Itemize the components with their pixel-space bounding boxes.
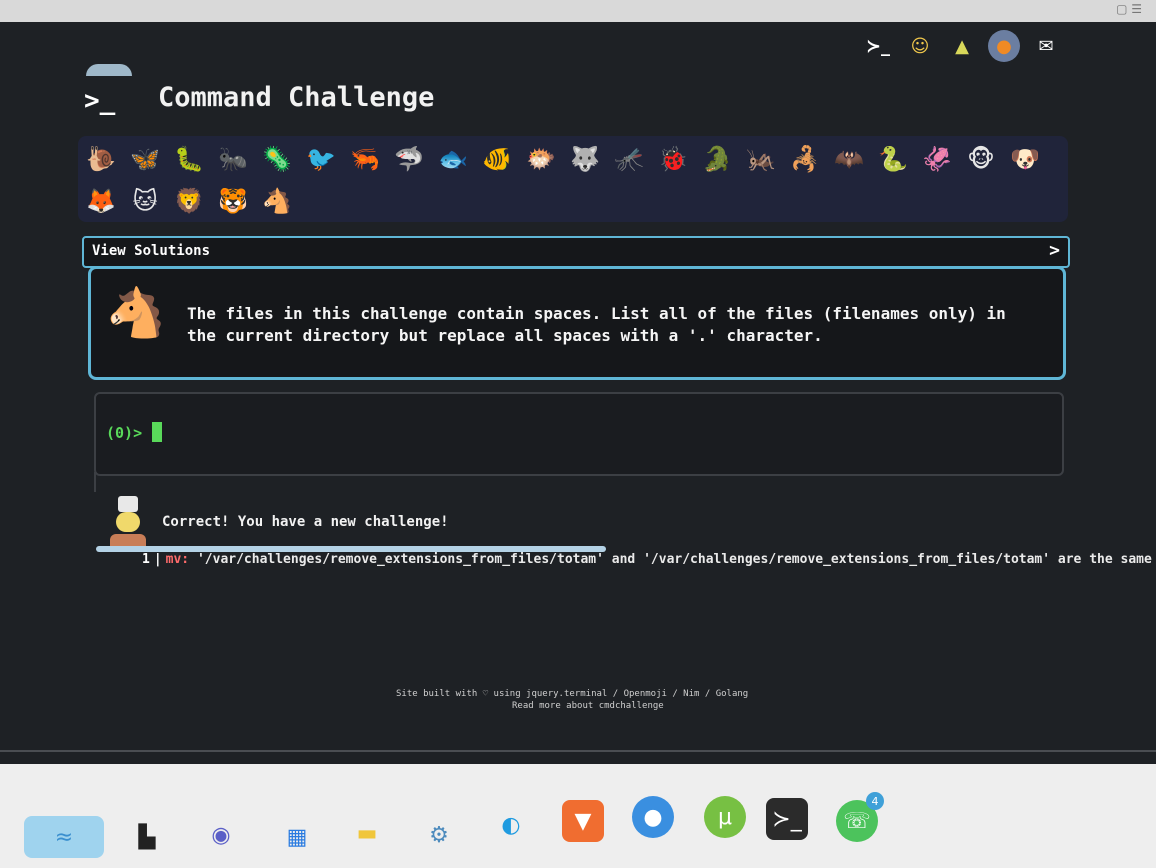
command-name: mv: <box>165 552 190 567</box>
challenge-emoji-icon-21[interactable]: 🐶 <box>1010 142 1040 176</box>
emoji-icon[interactable]: ☺ <box>904 30 936 62</box>
folder-icon[interactable]: ▬ <box>346 812 388 854</box>
emoji-row-2: 🦊 🐱 🦁 🐯 🐴 <box>86 184 292 218</box>
challenge-emoji-icon-1[interactable]: 🦋 <box>130 142 160 176</box>
challenge-emoji-icon-13[interactable]: 🐞 <box>658 142 688 176</box>
challenge-emoji-icon-14[interactable]: 🐊 <box>702 142 732 176</box>
brave-icon[interactable]: ▼ <box>562 800 604 842</box>
teams-icon[interactable]: ◉ <box>200 814 242 856</box>
file-explorer-alt-icon[interactable]: ▙ <box>126 816 168 858</box>
result-message: Correct! You have a new challenge! <box>162 514 449 530</box>
terminal-input[interactable]: (0)> <box>94 392 1064 476</box>
footer: Site built with ♡ using jquery.terminal … <box>396 688 796 712</box>
store-icon[interactable]: ▦ <box>276 816 318 858</box>
challenge-emoji-bar: 🐌 🦋 🐛 🐜 🦠 🐦 🦐 🦈 🐟 🐠 🐡 🐺 🦟 🐞 🐊 🦗 🦂 🦇 🐍 🦑 🐵 🐶 🦊 🐱 🦁 🐯 🐴 <box>78 136 1068 222</box>
horse-avatar-icon: 🐴 <box>106 284 166 341</box>
mail-icon[interactable]: ✉ <box>1030 30 1062 62</box>
logo-prompt: >_ <box>84 86 116 116</box>
header-icon-bar: ≻_ ☺ ▲ ● ✉ <box>862 30 1062 62</box>
terminal-icon[interactable]: ≻_ <box>766 798 808 840</box>
notification-badge: 4 <box>866 792 884 810</box>
challenge-emoji-icon-row2-1[interactable]: 🐱 <box>130 184 160 218</box>
page-title: Command Challenge <box>158 82 435 113</box>
challenge-emoji-icon-6[interactable]: 🦐 <box>350 142 380 176</box>
terminal-frame <box>94 472 1062 492</box>
challenge-card: 🐴 The files in this challenge contain sp… <box>88 266 1066 380</box>
dome-icon <box>86 64 132 76</box>
challenge-emoji-icon-11[interactable]: 🐺 <box>570 142 600 176</box>
challenge-emoji-icon-2[interactable]: 🐛 <box>174 142 204 176</box>
line-number: 1 <box>142 552 150 567</box>
challenge-emoji-icon-10[interactable]: 🐡 <box>526 142 556 176</box>
challenge-emoji-icon-20[interactable]: 🐵 <box>966 142 996 176</box>
footer-read-more-link[interactable]: Read more about cmdchallenge <box>396 700 796 712</box>
utorrent-icon[interactable]: μ <box>704 796 746 838</box>
challenge-emoji-icon-row2-2[interactable]: 🦁 <box>174 184 204 218</box>
challenge-emoji-icon-16[interactable]: 🦂 <box>790 142 820 176</box>
settings-icon[interactable]: ⚙ <box>418 814 460 856</box>
challenge-emoji-icon-5[interactable]: 🐦 <box>306 142 336 176</box>
chef-avatar-icon <box>110 496 146 548</box>
fox-badge-icon[interactable]: ● <box>988 30 1020 62</box>
view-solutions-bar[interactable]: View Solutions > <box>82 236 1070 268</box>
terminal-prompt: (0)> <box>106 424 143 442</box>
output-line: 1 | mv: '/var/challenges/remove_extensions… <box>142 552 1156 567</box>
terminal-icon[interactable]: ≻_ <box>862 30 894 62</box>
taskbar: ≈ ▙ ◉ ▦ ▬ ⚙ ◐ ▼ ● μ ≻_ ☏ 4 <box>0 764 1156 868</box>
chat-icon[interactable]: ● <box>632 796 674 838</box>
top-strip: ▢ ☰ <box>0 0 1156 22</box>
challenge-emoji-icon-8[interactable]: 🐟 <box>438 142 468 176</box>
site-logo[interactable]: >_ <box>84 64 132 116</box>
challenge-text: The files in this challenge contain spac… <box>187 304 1006 345</box>
challenge-emoji-icon-row2-4[interactable]: 🐴 <box>262 184 292 218</box>
chevron-right-icon[interactable]: > <box>1049 240 1060 261</box>
widgets-icon[interactable]: ≈ <box>24 816 104 858</box>
challenge-emoji-icon-4[interactable]: 🦠 <box>262 142 292 176</box>
whatsapp-icon[interactable]: ☏ 4 <box>836 792 884 842</box>
screen-edge <box>0 750 1156 752</box>
edge-icon[interactable]: ◐ <box>490 804 532 846</box>
window-controls-icon[interactable]: ▢ ☰ <box>1116 2 1142 16</box>
challenge-emoji-icon-row2-0[interactable]: 🦊 <box>86 184 116 218</box>
challenge-emoji-icon-row2-3[interactable]: 🐯 <box>218 184 248 218</box>
challenge-emoji-icon-9[interactable]: 🐠 <box>482 142 512 176</box>
view-solutions-label: View Solutions <box>92 243 211 259</box>
footer-credits: Site built with ♡ using jquery.terminal … <box>396 689 749 699</box>
challenge-emoji-icon-19[interactable]: 🦑 <box>922 142 952 176</box>
challenge-emoji-icon-12[interactable]: 🦟 <box>614 142 644 176</box>
challenge-emoji-icon-15[interactable]: 🦗 <box>746 142 776 176</box>
challenge-emoji-icon-17[interactable]: 🦇 <box>834 142 864 176</box>
challenge-emoji-icon-7[interactable]: 🦈 <box>394 142 424 176</box>
challenge-emoji-icon-3[interactable]: 🐜 <box>218 142 248 176</box>
tree-icon[interactable]: ▲ <box>946 30 978 62</box>
challenge-emoji-icon-18[interactable]: 🐍 <box>878 142 908 176</box>
challenge-emoji-icon-0[interactable]: 🐌 <box>86 142 116 176</box>
terminal-cursor <box>152 422 162 442</box>
emoji-row-1: 🐌 🦋 🐛 🐜 🦠 🐦 🦐 🦈 🐟 🐠 🐡 🐺 🦟 🐞 🐊 🦗 🦂 🦇 🐍 🦑 🐵 🐶 <box>86 142 1040 176</box>
output-text: '/var/challenges/remove_extensions_from_… <box>189 552 1156 567</box>
